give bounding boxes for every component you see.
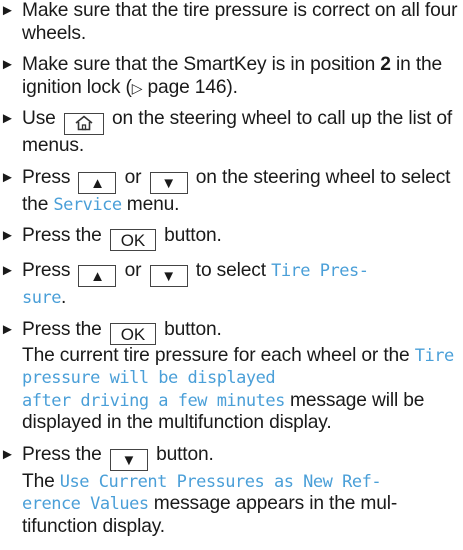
step-4-text: Press xyxy=(22,166,76,188)
step-5: ► Press the OK button. xyxy=(0,225,463,251)
position-number: 2 xyxy=(380,54,391,75)
step-arrow-icon: ► xyxy=(0,168,15,186)
step-arrow-icon: ► xyxy=(0,2,15,19)
up-button-icon: ▲ xyxy=(78,265,117,287)
step-3: ► Use on the steering wheel to call up t… xyxy=(0,108,463,158)
step-4-or: or xyxy=(119,166,147,188)
step-6: ► Press ▲ or ▼ to select Tire Pres-sure. xyxy=(0,260,463,310)
ok-button-icon: OK xyxy=(109,229,156,251)
step-5-text-after: button. xyxy=(158,225,222,246)
step-7: ► Press the OK button. The current tire … xyxy=(0,319,463,435)
step-8-text-after: button. xyxy=(150,443,214,465)
up-button-icon: ▲ xyxy=(78,171,117,194)
step-6-text-after: . xyxy=(60,287,67,308)
step-8-text: Press the xyxy=(22,443,107,465)
step-3-text: Use xyxy=(22,108,61,129)
manual-page: ► Make sure that the tire pressure is co… xyxy=(0,0,463,547)
down-button-icon: ▼ xyxy=(109,448,148,471)
step-7-result: The current tire pressure for each wheel… xyxy=(22,344,415,366)
step-8-result: The xyxy=(22,470,60,492)
ok-button-icon: OK xyxy=(109,322,156,345)
step-6-text-mid: to select xyxy=(190,260,272,281)
step-7-text-after: button. xyxy=(158,318,222,340)
step-6-or: or xyxy=(119,260,147,281)
step-2-page-ref: page 146). xyxy=(142,76,238,98)
step-arrow-icon: ► xyxy=(0,262,15,279)
menu-item-tire-pressure-1: Tire Pres- xyxy=(271,261,369,281)
step-6-text: Press xyxy=(22,260,76,281)
menu-item-tire-pressure-2: sure xyxy=(22,288,61,308)
step-7-text: Press the xyxy=(22,318,107,340)
step-arrow-icon: ► xyxy=(0,445,15,463)
down-button-icon: ▼ xyxy=(149,171,188,194)
step-1-text: Make sure that the tire pressure is corr… xyxy=(22,0,458,44)
step-arrow-icon: ► xyxy=(0,110,15,127)
down-button-icon: ▼ xyxy=(149,265,188,287)
display-message-2: after driving a few minutes xyxy=(22,390,285,411)
page-ref-icon: ▷ xyxy=(131,79,143,96)
step-arrow-icon: ► xyxy=(0,56,15,73)
step-8: ► Press the ▼ button. The Use Current Pr… xyxy=(0,444,463,539)
display-message-3: Use Current Pressures as New Ref- xyxy=(59,471,382,492)
step-1: ► Make sure that the tire pressure is co… xyxy=(0,0,463,45)
step-arrow-icon: ► xyxy=(0,227,15,244)
step-4: ► Press ▲ or ▼ on the steering wheel to … xyxy=(0,167,463,217)
step-arrow-icon: ► xyxy=(0,320,15,338)
step-2: ► Make sure that the SmartKey is in posi… xyxy=(0,54,463,99)
display-message-4: erence Values xyxy=(22,494,149,514)
step-4-text-after: menu. xyxy=(121,193,180,215)
home-button-icon xyxy=(63,113,104,135)
step-5-text: Press the xyxy=(22,225,107,246)
step-2-text: Make sure that the SmartKey is in positi… xyxy=(22,54,381,75)
menu-name-service: Service xyxy=(53,194,122,215)
